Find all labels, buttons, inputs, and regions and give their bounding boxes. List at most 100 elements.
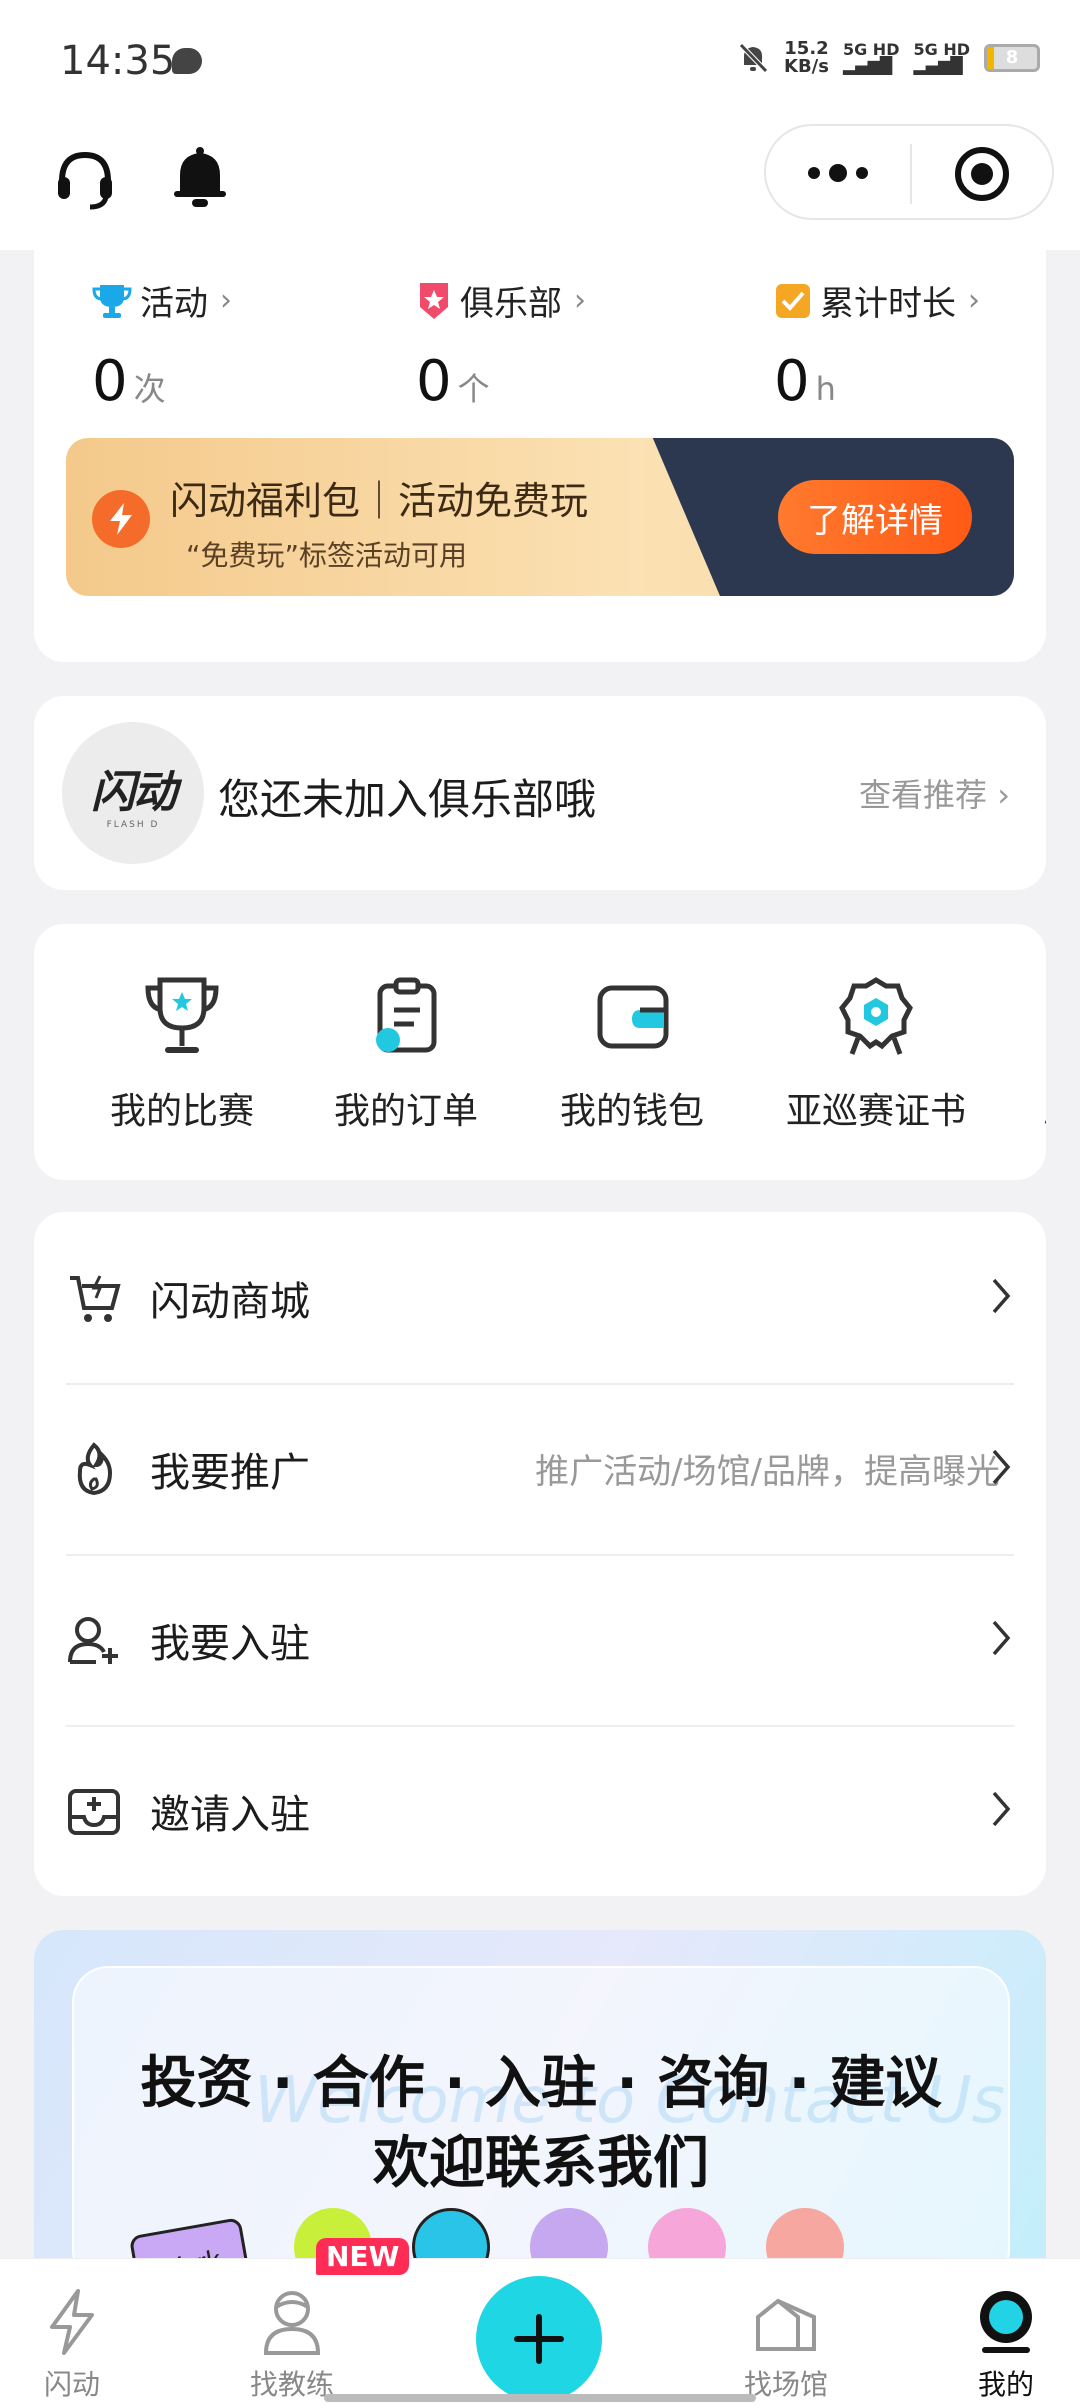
status-right: 15.2 KB/s 5G HD ▂▄▆█ 5G HD ▂▄▆█ 8 [736, 40, 1040, 76]
headset-icon[interactable] [52, 145, 118, 211]
signal-sim1: 5G HD ▂▄▆█ [843, 42, 900, 74]
contact-headline: 投资 · 合作 · 入驻 · 咨询 · 建议 [140, 2051, 942, 2116]
cart-icon [70, 1274, 121, 1322]
link-label: 查看推荐 [859, 776, 988, 814]
checkbox-icon [776, 283, 810, 318]
invite-inbox-icon [68, 1788, 120, 1835]
menu-item-invite[interactable]: 邀请入驻 [66, 1725, 1014, 1896]
chevron-right-icon: › [574, 283, 586, 318]
more-icon[interactable] [806, 158, 870, 188]
trophy-cup-icon [145, 977, 219, 1053]
bell-icon[interactable] [172, 145, 228, 209]
stat-label: 活动 [140, 284, 208, 324]
tab-label: 我的 [977, 2368, 1034, 2401]
logo-text: 闪动 [91, 767, 177, 818]
plus-icon [514, 2314, 564, 2364]
signal-bars-icon: ▂▄▆█ [842, 56, 893, 75]
contact-panel: Welcome to Contact Us 投资 · 合作 · 入驻 · 咨询 … [72, 1966, 1010, 2260]
sport-icons: Work [124, 2208, 844, 2260]
create-button[interactable] [476, 2276, 602, 2402]
menu-item-join[interactable]: 我要入驻 [66, 1554, 1014, 1725]
contact-card[interactable]: Welcome to Contact Us 投资 · 合作 · 入驻 · 咨询 … [34, 1930, 1046, 2260]
stat-value: 0 [92, 349, 128, 414]
signal-bars-icon: ▂▄▆█ [913, 56, 963, 75]
certificate-badge-icon [839, 977, 913, 1055]
chevron-right-icon: › [968, 283, 980, 318]
capsule-divider [910, 144, 912, 204]
menu-label: 邀请入驻 [150, 1791, 310, 1838]
club-empty-text: 您还未加入俱乐部哦 [218, 775, 597, 824]
add-user-icon [68, 1616, 118, 1664]
tool-label: AI运 [970, 1082, 1046, 1134]
stat-value: 0 [416, 349, 452, 414]
menu-card: 闪动商城 我要推广 推广活动/场馆/品牌，提高曝光 我要入驻 邀请入驻 [34, 1212, 1046, 1896]
target-ball-icon [530, 2208, 608, 2260]
menu-item-promote[interactable]: 我要推广 推广活动/场馆/品牌，提高曝光 [66, 1383, 1014, 1554]
work-tag-icon: Work [130, 2218, 251, 2260]
coach-icon [263, 2291, 321, 2355]
club-badge-icon [420, 282, 448, 319]
menu-label: 闪动商城 [150, 1278, 310, 1325]
stat-label: 俱乐部 [460, 284, 562, 324]
tab-home[interactable]: 闪动 [2, 2287, 142, 2403]
volleyball-icon [412, 2208, 490, 2260]
tab-label: 闪动 [43, 2368, 100, 2401]
chevron-right-icon [992, 1449, 1011, 1485]
tool-certificate[interactable]: 亚巡赛证书 [766, 974, 986, 1134]
stat-duration[interactable]: 累计时长 › 0 h [774, 276, 980, 414]
tool-ai[interactable]: AI运 [970, 974, 1046, 1134]
tab-profile[interactable]: 我的 [936, 2287, 1076, 2403]
tab-venue[interactable]: 找场馆 [716, 2287, 856, 2403]
stats-card: 活动 › 0 次 俱乐部 › 0 个 累计时长 › 0 h 闪动福利包｜活动免费… [34, 240, 1046, 662]
mute-bell-icon [739, 43, 768, 73]
venue-icon [756, 2298, 816, 2351]
tool-my-orders[interactable]: 我的订单 [296, 974, 516, 1134]
flash-logo: 闪动 FLASH D [62, 722, 204, 864]
battery-icon: 8 [984, 44, 1040, 72]
tool-label: 我的钱包 [559, 1091, 704, 1132]
home-indicator[interactable] [324, 2394, 756, 2402]
network-speed: 15.2 KB/s [784, 40, 829, 76]
trophy-icon [92, 284, 132, 318]
menu-hint: 推广活动/场馆/品牌，提高曝光 [535, 1452, 1000, 1492]
tools-card: 我的比赛 我的订单 我的钱包 亚巡赛证书 A [34, 924, 1046, 1180]
banner-title: 闪动福利包｜活动免费玩 [170, 479, 589, 523]
tool-label: 我的比赛 [109, 1091, 254, 1132]
profile-icon [980, 2291, 1032, 2353]
tab-coach[interactable]: 找教练 [222, 2287, 362, 2403]
signal-sim2: 5G HD ▂▄▆█ [913, 42, 970, 74]
message-icon [172, 48, 202, 74]
chevron-right-icon [992, 1278, 1011, 1314]
new-badge: NEW [316, 2238, 410, 2275]
stat-value: 0 [774, 349, 810, 414]
flame-icon [77, 1441, 113, 1495]
menu-item-mall[interactable]: 闪动商城 [66, 1212, 1014, 1383]
tool-my-wallet[interactable]: 我的钱包 [522, 974, 742, 1134]
speed-unit: KB/s [784, 56, 829, 77]
stat-clubs[interactable]: 俱乐部 › 0 个 [416, 276, 586, 414]
basketball-icon [766, 2208, 844, 2260]
close-target-icon[interactable] [954, 146, 1010, 202]
club-card[interactable]: 闪动 FLASH D 您还未加入俱乐部哦 查看推荐 › [34, 696, 1046, 890]
stat-activities[interactable]: 活动 › 0 次 [92, 276, 232, 414]
menu-label: 我要推广 [150, 1449, 310, 1496]
status-bar: 14:35 15.2 KB/s 5G HD ▂▄▆█ 5G HD ▂▄▆█ 8 [0, 0, 1080, 120]
learn-more-button[interactable]: 了解详情 [778, 480, 972, 554]
chevron-right-icon [992, 1791, 1011, 1827]
contact-subheadline: 欢迎联系我们 [373, 2131, 709, 2196]
welfare-banner[interactable]: 闪动福利包｜活动免费玩 “免费玩”标签活动可用 了解详情 [66, 438, 1014, 596]
tool-my-matches[interactable]: 我的比赛 [72, 974, 292, 1134]
banner-subtitle: “免费玩”标签活动可用 [186, 539, 468, 572]
stat-unit: 个 [457, 370, 490, 408]
logo-subtext: FLASH D [106, 820, 160, 830]
divider [66, 1725, 1014, 1727]
view-recommendations-link[interactable]: 查看推荐 › [859, 770, 1010, 816]
mini-program-capsule [764, 124, 1054, 220]
badminton-icon [648, 2208, 726, 2260]
menu-label: 我要入驻 [150, 1620, 310, 1667]
stat-unit: h [815, 370, 836, 408]
divider [66, 1554, 1014, 1556]
battery-level: 8 [1005, 47, 1019, 68]
chevron-right-icon [992, 1620, 1011, 1656]
tool-label: 我的订单 [333, 1091, 478, 1132]
